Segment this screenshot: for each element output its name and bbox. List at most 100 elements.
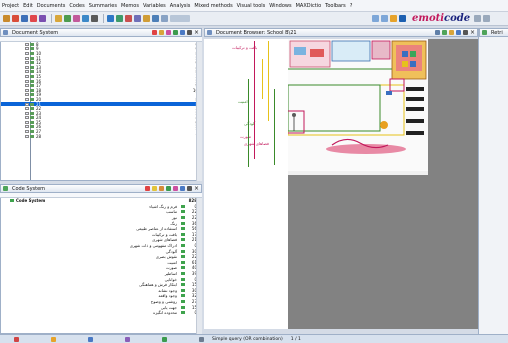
tree-toggle-icon[interactable] (25, 70, 29, 74)
code-row[interactable]: بافت و ترکیبات 17 (1, 232, 201, 238)
emoticode-prev-icon[interactable] (372, 15, 379, 22)
table-icon[interactable] (107, 15, 114, 22)
code-system-scrollbar[interactable] (196, 198, 202, 334)
tree-toggle-icon[interactable] (25, 125, 29, 129)
close-icon[interactable]: × (194, 30, 199, 36)
code-row[interactable]: آلودگی 30 (1, 248, 201, 254)
menu-item[interactable]: Windows (269, 3, 291, 9)
code-row[interactable]: تناسب 22 (1, 209, 201, 215)
edit-icon[interactable] (39, 15, 46, 22)
doc-set-icon[interactable] (172, 30, 178, 35)
tree-toggle-icon[interactable] (25, 102, 29, 106)
tree-toggle-icon[interactable] (25, 74, 29, 78)
code-row[interactable]: اساطیر 39 (1, 271, 201, 277)
import-icon[interactable] (12, 15, 19, 22)
document-system-scrollbar[interactable] (196, 42, 202, 181)
delete-icon[interactable] (30, 15, 37, 22)
tree-toggle-icon[interactable] (25, 84, 29, 88)
code-row[interactable]: روشنی و وضوح 27 (1, 299, 201, 305)
code-row[interactable]: فرم و رنگ اشیاء0 (1, 204, 201, 210)
pin-icon[interactable] (186, 30, 192, 35)
doc-activate-icon[interactable] (151, 30, 157, 35)
code-color-icon[interactable] (158, 186, 164, 191)
pin-icon[interactable] (186, 186, 192, 191)
code-row[interactable]: محدوده انگیزه0 (1, 310, 201, 316)
coding-stripe[interactable] (262, 59, 263, 99)
document-row[interactable]: 287 (1, 134, 201, 139)
emoticode-next-icon[interactable] (381, 15, 388, 22)
code-activate-icon[interactable] (144, 186, 150, 191)
code-row[interactable]: رنگ 36 (1, 220, 201, 226)
code-row[interactable]: صورت 40 (1, 265, 201, 271)
tree-toggle-icon[interactable] (25, 88, 29, 92)
tree-toggle-icon[interactable] (25, 93, 29, 97)
menu-item[interactable]: Visual tools (237, 3, 266, 9)
menu-item[interactable]: Documents (37, 3, 66, 9)
smiley-icon[interactable] (390, 15, 397, 22)
print-icon[interactable] (434, 30, 440, 35)
doc-search-icon[interactable] (179, 30, 185, 35)
tree-toggle-icon[interactable] (25, 111, 29, 115)
browser-memo-icon[interactable] (448, 30, 454, 35)
browser-code-icon[interactable] (441, 30, 447, 35)
code-row[interactable]: ادراک مفهومی و ذات شهری0 (1, 243, 201, 249)
menu-item[interactable]: Toolbars (325, 3, 346, 9)
relations-icon[interactable] (134, 15, 141, 22)
tree-toggle-icon[interactable] (25, 79, 29, 83)
menu-item[interactable]: Codes (69, 3, 84, 9)
tree-toggle-icon[interactable] (25, 130, 29, 134)
activate-icon[interactable] (73, 15, 80, 22)
emoticode-settings-icon[interactable] (399, 15, 406, 22)
retrieve-icon[interactable] (82, 15, 89, 22)
code-row[interactable]: فضاهای شهری 21 (1, 237, 201, 243)
code-row[interactable]: امنیت 61 (1, 260, 201, 266)
coding-stripe[interactable] (248, 79, 249, 167)
menu-item[interactable]: ? (350, 3, 353, 9)
memo-icon[interactable] (55, 15, 62, 22)
menu-item[interactable]: Variables (143, 3, 166, 9)
menu-item[interactable]: Analysis (170, 3, 191, 9)
code-row[interactable]: جهت یابی 15 (1, 304, 201, 310)
visual-icon[interactable] (143, 15, 150, 22)
code-memo-icon[interactable] (172, 186, 178, 191)
tree-toggle-icon[interactable] (25, 107, 29, 111)
code-set-icon[interactable] (165, 186, 171, 191)
coding-stripe[interactable] (268, 41, 269, 121)
layout-icon[interactable] (161, 15, 168, 22)
menu-item[interactable]: Mixed methods (194, 3, 232, 9)
tree-toggle-icon[interactable] (25, 116, 29, 120)
overview-icon[interactable] (91, 15, 98, 22)
code-row[interactable]: وجود نشانه 30 (1, 288, 201, 294)
emoticode-option2-icon[interactable] (483, 15, 491, 22)
code-search-icon[interactable] (179, 186, 185, 191)
tree-toggle-icon[interactable] (25, 61, 29, 65)
tree-toggle-icon[interactable] (25, 51, 29, 55)
tree-toggle-icon[interactable] (25, 120, 29, 124)
code-row[interactable]: خوانایی0 (1, 276, 201, 282)
menu-item[interactable]: Memos (121, 3, 139, 9)
code-row[interactable]: وجود واقعه 32 (1, 293, 201, 299)
tree-toggle-icon[interactable] (25, 42, 29, 46)
doc-memo-icon[interactable] (165, 30, 171, 35)
code-row[interactable]: نقوش بصری 22 (1, 254, 201, 260)
code-row[interactable]: استفاده از عناصر طبیعی 56 (1, 226, 201, 232)
code-row[interactable]: ابتکار فرش و هماهنگی 15 (1, 282, 201, 288)
code-icon[interactable] (64, 15, 71, 22)
close-icon[interactable]: × (470, 30, 475, 36)
tree-toggle-icon[interactable] (25, 134, 29, 138)
emoticode-option-icon[interactable] (474, 15, 482, 22)
code-system-root[interactable]: Code System 828 (1, 198, 201, 204)
open-project-icon[interactable] (3, 15, 10, 22)
tree-toggle-icon[interactable] (25, 47, 29, 51)
window-icon[interactable] (152, 15, 159, 22)
tree-toggle-icon[interactable] (25, 65, 29, 69)
matrix-icon[interactable] (125, 15, 132, 22)
menu-item[interactable]: Project (2, 3, 19, 9)
menu-item[interactable]: Summaries (89, 3, 117, 9)
doc-import-icon[interactable] (158, 30, 164, 35)
menu-item[interactable]: Edit (23, 3, 33, 9)
chart-icon[interactable] (116, 15, 123, 22)
tree-toggle-icon[interactable] (25, 97, 29, 101)
browser-search-icon[interactable] (455, 30, 461, 35)
save-icon[interactable] (21, 15, 28, 22)
